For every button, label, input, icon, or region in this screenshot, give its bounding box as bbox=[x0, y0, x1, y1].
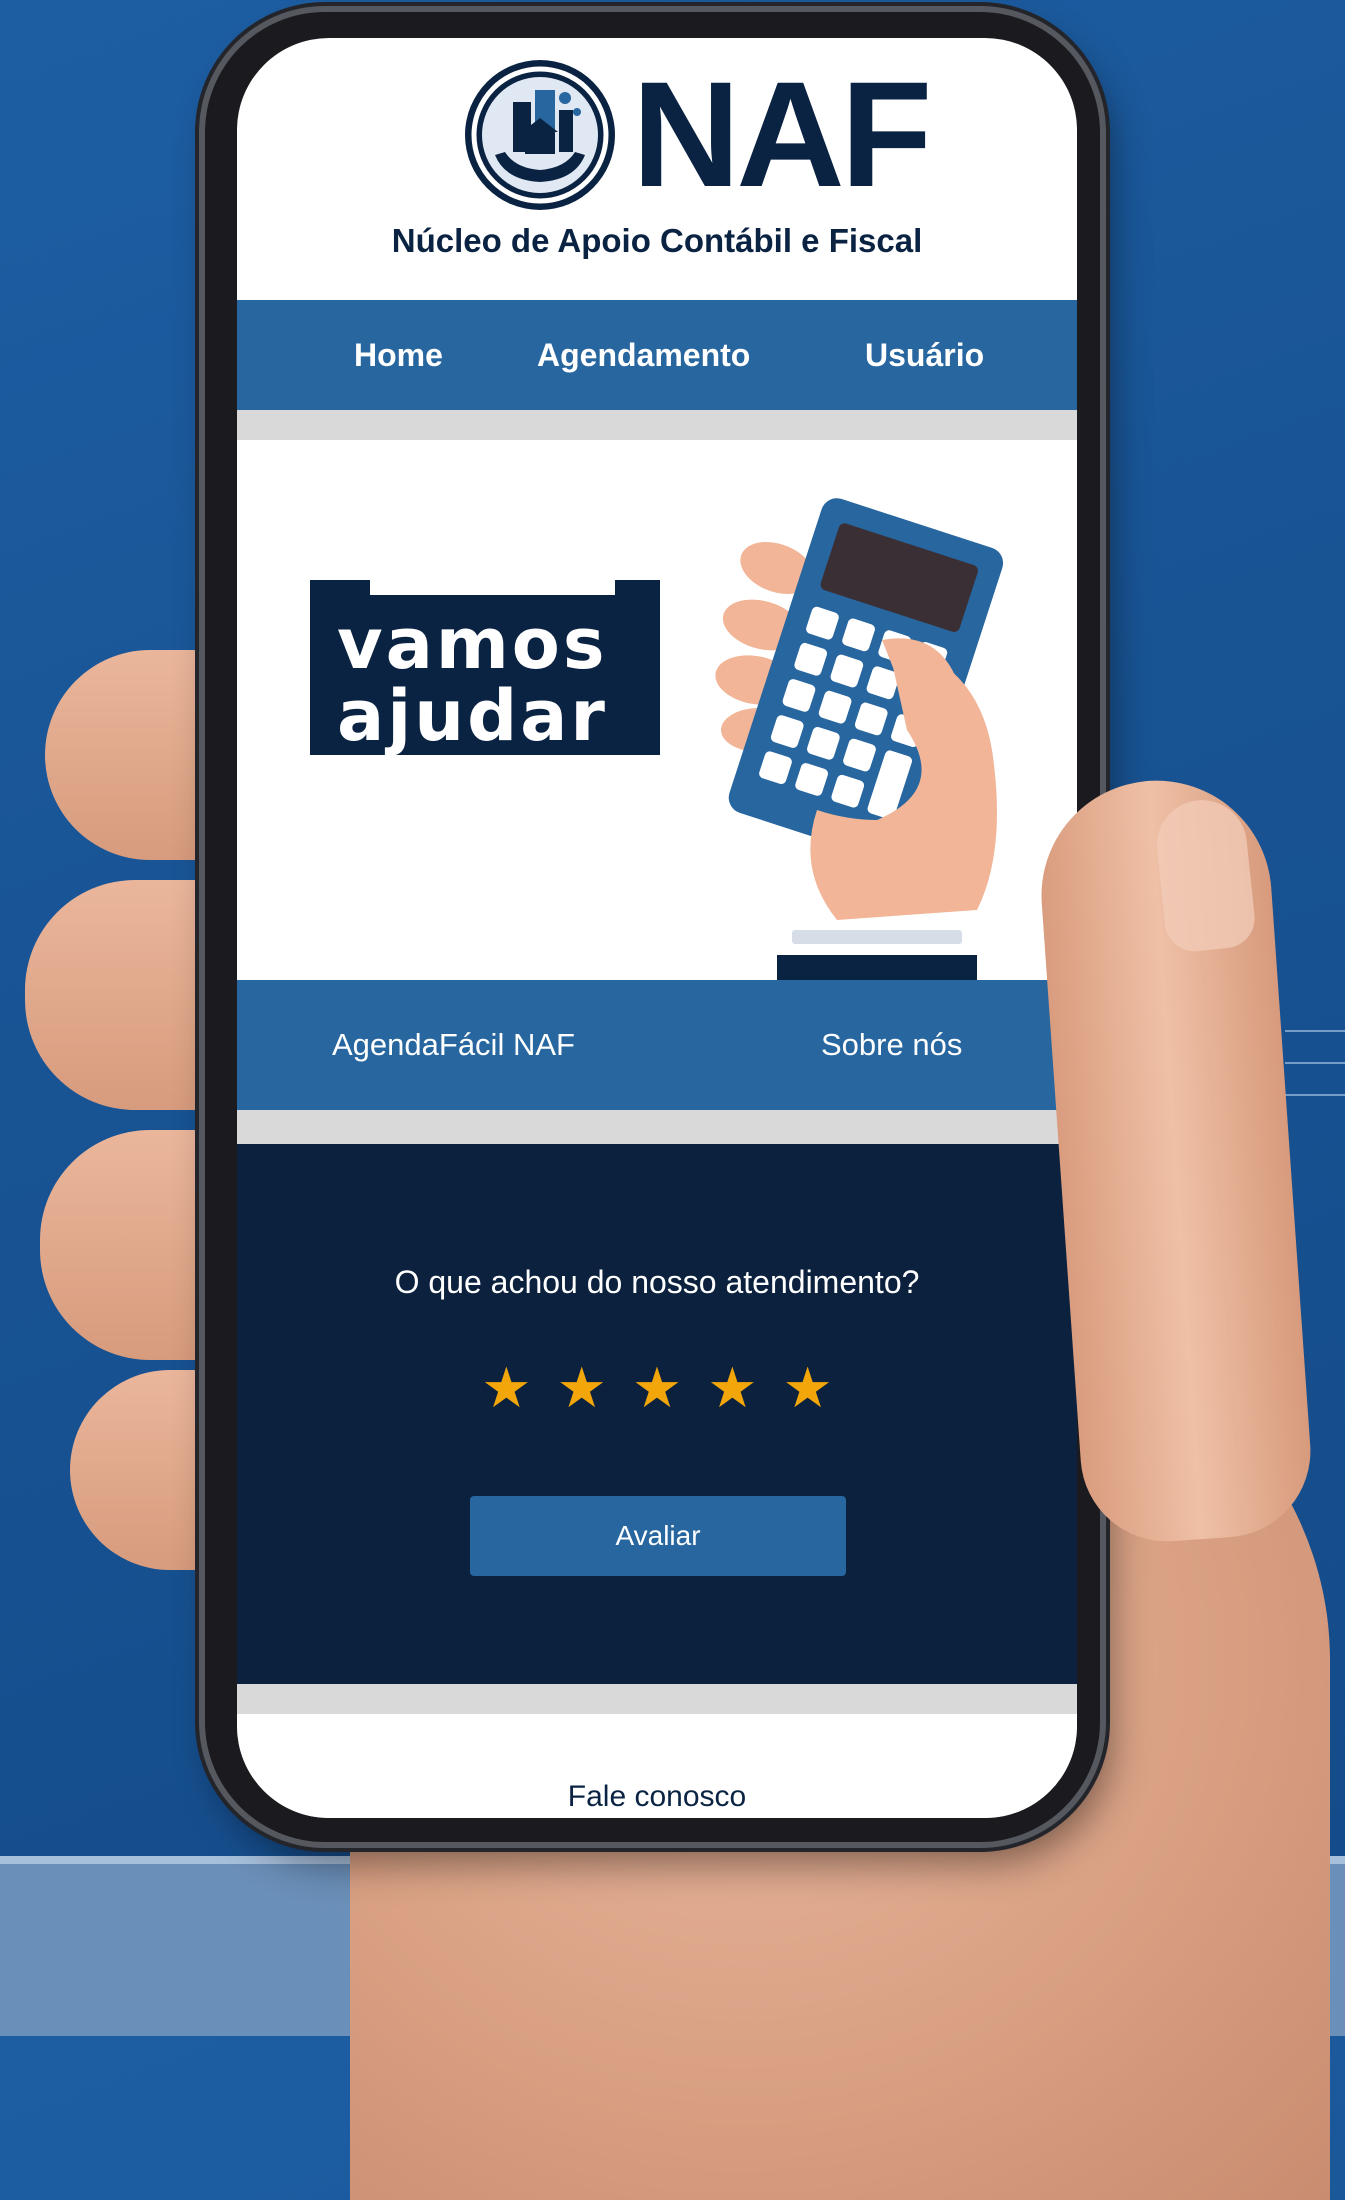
volume-up-button bbox=[197, 260, 205, 370]
feedback-section: O que achou do nosso atendimento? ★ ★ ★ … bbox=[237, 1144, 1077, 1684]
decorative-lines bbox=[1285, 1030, 1345, 1120]
calculator-hand-icon bbox=[715, 498, 1004, 920]
nav-item-home[interactable]: Home bbox=[354, 300, 443, 410]
avaliar-button[interactable]: Avaliar bbox=[470, 1496, 846, 1576]
hero-slogan: vamos ajudar bbox=[337, 608, 657, 752]
star-rating: ★ ★ ★ ★ ★ bbox=[237, 1356, 1077, 1421]
logo-emblem-icon bbox=[465, 60, 615, 210]
star-icon[interactable]: ★ bbox=[782, 1356, 832, 1421]
shirt-cuff bbox=[792, 930, 962, 944]
hero-slogan-line1: vamos bbox=[337, 603, 608, 685]
agendafacil-link[interactable]: AgendaFácil NAF bbox=[332, 980, 575, 1110]
top-nav: Home Agendamento Usuário bbox=[237, 300, 1077, 410]
fale-conosco-link[interactable]: Fale conosco bbox=[237, 1780, 1077, 1814]
star-icon[interactable]: ★ bbox=[632, 1356, 682, 1421]
section-divider bbox=[237, 1684, 1077, 1714]
logo-wordmark: NAF bbox=[632, 50, 932, 218]
star-icon[interactable]: ★ bbox=[557, 1356, 607, 1421]
hero-slogan-line2: ajudar bbox=[337, 675, 608, 757]
star-icon[interactable]: ★ bbox=[707, 1356, 757, 1421]
info-bar: AgendaFácil NAF Sobre nós bbox=[237, 980, 1077, 1110]
sobre-nos-link[interactable]: Sobre nós bbox=[821, 980, 962, 1110]
footer: Fale conosco bbox=[237, 1714, 1077, 1818]
star-icon[interactable]: ★ bbox=[481, 1356, 531, 1421]
section-divider bbox=[237, 410, 1077, 440]
nav-item-agendamento[interactable]: Agendamento bbox=[537, 300, 750, 410]
site-subtitle: Núcleo de Apoio Contábil e Fiscal bbox=[391, 222, 923, 259]
power-button bbox=[1100, 400, 1110, 580]
phone-screen: NAF Núcleo de Apoio Contábil e Fiscal Ho… bbox=[237, 38, 1077, 1818]
volume-down-button bbox=[197, 400, 205, 510]
header-logo: NAF bbox=[237, 50, 1077, 220]
hero-banner: vamos ajudar bbox=[237, 440, 1077, 985]
nav-item-usuario[interactable]: Usuário bbox=[865, 300, 984, 410]
section-divider bbox=[237, 1110, 1077, 1144]
feedback-question: O que achou do nosso atendimento? bbox=[394, 1264, 920, 1300]
